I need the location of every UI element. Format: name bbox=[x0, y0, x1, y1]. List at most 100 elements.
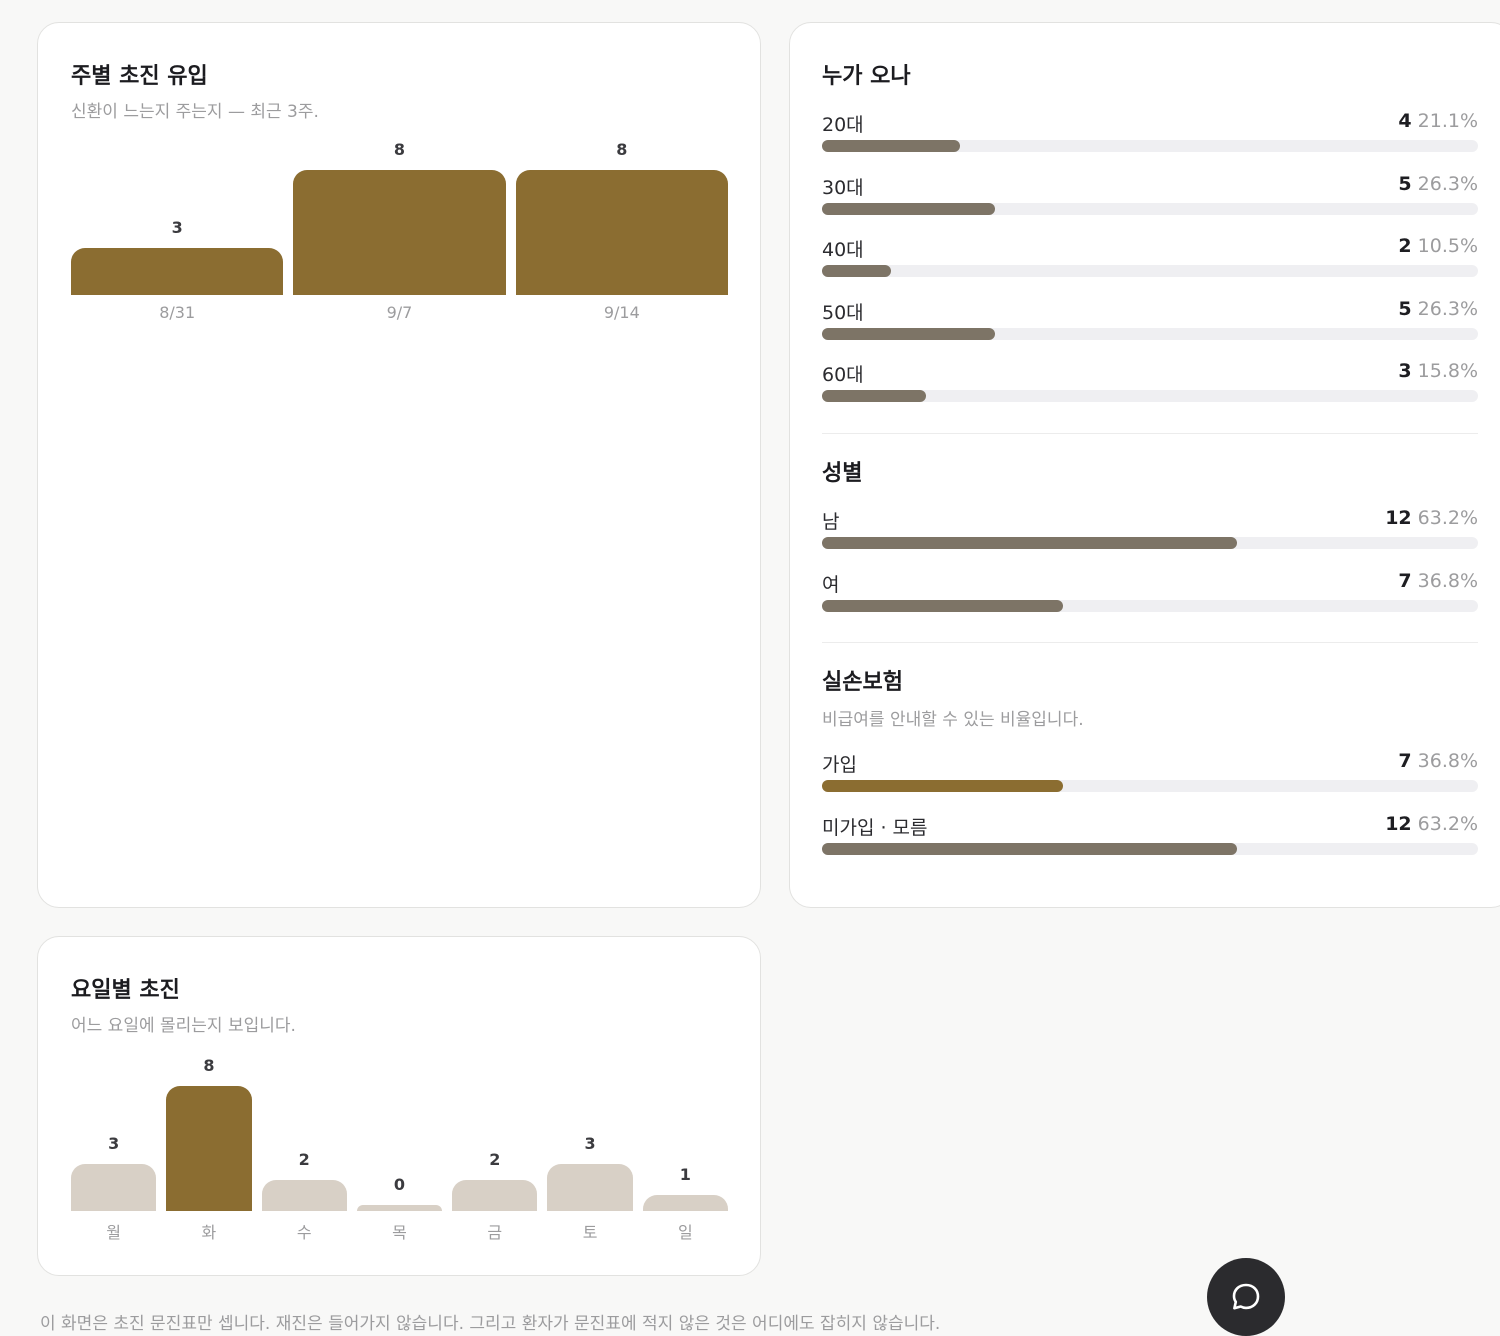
weekday-bar-category: 토 bbox=[582, 1223, 598, 1242]
row-label: 가입 bbox=[822, 754, 857, 776]
weekday-bar-value: 2 bbox=[489, 1149, 501, 1169]
divider bbox=[822, 433, 1478, 434]
distribution-row: 20대 4 21.1% bbox=[822, 110, 1478, 156]
progress-fill bbox=[822, 202, 995, 215]
row-label: 40대 bbox=[822, 239, 864, 261]
weekly-bar-value: 8 bbox=[393, 140, 406, 159]
row-label: 30대 bbox=[822, 176, 864, 199]
row-percent: 15.8% bbox=[1417, 360, 1478, 382]
weekly-bar-value: 3 bbox=[171, 218, 183, 238]
weekday-bar-value: 3 bbox=[108, 1134, 120, 1154]
progress-fill bbox=[822, 390, 926, 402]
weekly-bar bbox=[515, 170, 728, 295]
demographics-title: 누가 오나 bbox=[822, 64, 911, 89]
weekday-bar-category: 수 bbox=[296, 1223, 312, 1242]
row-value: 2 10.5% bbox=[1398, 235, 1478, 257]
progress-track bbox=[822, 265, 1478, 277]
weekday-bar-category: 일 bbox=[677, 1223, 693, 1242]
progress-fill bbox=[822, 140, 961, 152]
weekday-subtitle: 어느 요일에 몰리는지 보입니다. bbox=[71, 1016, 296, 1036]
row-value: 12 63.2% bbox=[1385, 813, 1478, 835]
row-percent: 10.5% bbox=[1417, 235, 1478, 257]
row-label: 60대 bbox=[822, 364, 864, 386]
weekday-bar bbox=[642, 1195, 728, 1211]
weekday-bar-category: 월 bbox=[106, 1223, 121, 1242]
weekday-bar-value: 2 bbox=[298, 1149, 310, 1169]
weekday-bar bbox=[547, 1164, 633, 1211]
weekly-subtitle: 신환이 느는지 주는지 — 최근 3주. bbox=[71, 102, 319, 122]
row-value: 5 26.3% bbox=[1398, 173, 1478, 195]
row-percent: 63.2% bbox=[1417, 813, 1478, 835]
distribution-row: 40대 2 10.5% bbox=[822, 235, 1478, 281]
weekday-bar bbox=[261, 1179, 347, 1211]
progress-track bbox=[822, 202, 1478, 215]
weekly-bar bbox=[71, 248, 284, 295]
footer-note: 이 화면은 초진 문진표만 셉니다. 재진은 들어가지 않습니다. 그리고 환자… bbox=[40, 1314, 941, 1334]
row-label: 여 bbox=[822, 574, 840, 596]
distribution-row: 60대 3 15.8% bbox=[822, 360, 1478, 406]
progress-fill bbox=[822, 600, 1064, 612]
progress-track bbox=[822, 390, 1478, 402]
weekly-bar-category: 9/14 bbox=[603, 303, 640, 322]
progress-track bbox=[822, 600, 1478, 612]
progress-track bbox=[822, 843, 1478, 855]
progress-track bbox=[822, 780, 1478, 792]
distribution-row: 남 12 63.2% bbox=[822, 507, 1478, 553]
weekly-bar-value: 8 bbox=[616, 140, 628, 159]
progress-fill bbox=[822, 843, 1237, 855]
distribution-row: 30대 5 26.3% bbox=[822, 173, 1478, 219]
row-label: 남 bbox=[822, 511, 840, 533]
row-count: 3 bbox=[1398, 360, 1412, 382]
progress-track bbox=[822, 327, 1478, 340]
row-label: 미가입 · 모름 bbox=[822, 817, 928, 839]
weekly-bar bbox=[293, 170, 506, 295]
row-value: 3 15.8% bbox=[1398, 360, 1478, 382]
weekday-bar-chart: 3 월 8 화 2 수 0 목 2 금 3 토 1 일 bbox=[71, 1052, 728, 1252]
weekly-title: 주별 초진 유입 bbox=[71, 64, 208, 89]
row-value: 4 21.1% bbox=[1398, 110, 1478, 132]
row-value: 7 36.8% bbox=[1398, 570, 1478, 592]
insurance-title: 실손보험 bbox=[822, 670, 903, 695]
row-percent: 63.2% bbox=[1417, 507, 1478, 529]
distribution-row: 미가입 · 모름 12 63.2% bbox=[822, 813, 1478, 859]
row-percent: 36.8% bbox=[1417, 750, 1478, 772]
row-label: 20대 bbox=[822, 114, 864, 136]
progress-fill bbox=[822, 780, 1064, 792]
distribution-row: 50대 5 26.3% bbox=[822, 298, 1478, 344]
row-count: 4 bbox=[1398, 110, 1412, 132]
distribution-row: 가입 7 36.8% bbox=[822, 750, 1478, 796]
progress-fill bbox=[822, 327, 995, 340]
insurance-subtitle: 비급여를 안내할 수 있는 비율입니다. bbox=[822, 710, 1084, 730]
weekday-bar-category: 화 bbox=[201, 1223, 217, 1242]
weekly-visits-card: 주별 초진 유입 신환이 느는지 주는지 — 최근 3주. 3 8/31 8 9/7 8… bbox=[37, 22, 761, 908]
row-count: 5 bbox=[1398, 297, 1412, 320]
row-percent: 21.1% bbox=[1417, 110, 1478, 132]
row-count: 7 bbox=[1398, 570, 1412, 592]
row-count: 12 bbox=[1385, 507, 1412, 529]
weekly-bar-category: 8/31 bbox=[159, 303, 196, 322]
weekday-bar-value: 8 bbox=[203, 1056, 215, 1075]
row-percent: 36.8% bbox=[1417, 570, 1478, 592]
row-value: 12 63.2% bbox=[1385, 507, 1478, 529]
row-count: 7 bbox=[1398, 750, 1412, 772]
weekly-bar-chart: 3 8/31 8 9/7 8 9/14 bbox=[71, 138, 728, 328]
weekday-bar bbox=[356, 1205, 443, 1211]
weekday-bar-value: 3 bbox=[584, 1134, 596, 1154]
distribution-row: 여 7 36.8% bbox=[822, 570, 1478, 616]
row-value: 7 36.8% bbox=[1398, 750, 1478, 772]
weekday-visits-card: 요일별 초진 어느 요일에 몰리는지 보입니다. 3 월 8 화 2 수 0 목 2 금 3 토 1 일 bbox=[37, 936, 761, 1276]
row-count: 12 bbox=[1385, 813, 1412, 835]
weekday-bar-category: 금 bbox=[487, 1223, 503, 1242]
weekly-bar-category: 9/7 bbox=[386, 303, 413, 322]
row-count: 2 bbox=[1398, 235, 1412, 257]
weekday-bar bbox=[166, 1086, 252, 1211]
weekday-title: 요일별 초진 bbox=[71, 978, 180, 1003]
progress-fill bbox=[822, 537, 1237, 549]
row-percent: 26.3% bbox=[1417, 172, 1478, 195]
progress-track bbox=[822, 140, 1478, 152]
progress-track bbox=[822, 537, 1478, 549]
row-value: 5 26.3% bbox=[1398, 298, 1478, 320]
chat-button[interactable] bbox=[1207, 1258, 1285, 1336]
divider bbox=[822, 642, 1478, 643]
chat-bubble-icon bbox=[1229, 1280, 1263, 1314]
